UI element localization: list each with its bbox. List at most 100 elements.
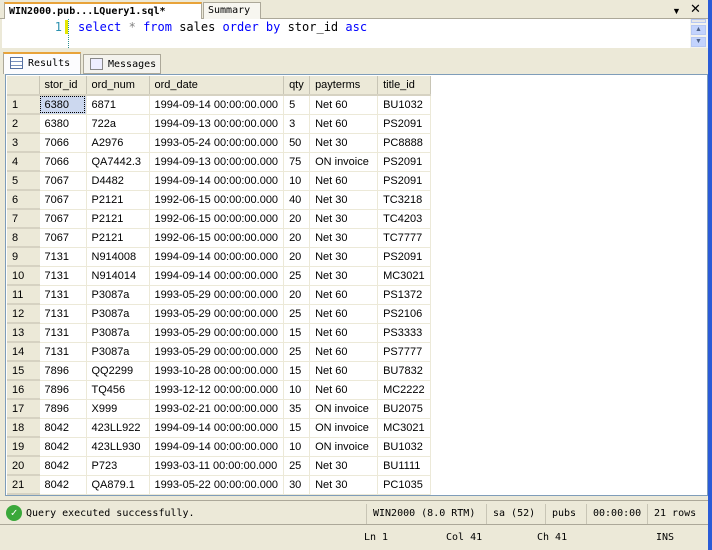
cell-ord-date[interactable]: 1993-05-29 00:00:00.000 — [149, 285, 285, 305]
cell-title-id[interactable]: PS2091 — [377, 171, 432, 191]
cell-qty[interactable]: 15 — [283, 323, 311, 343]
editor-scrollbar[interactable]: ▲ ▼ — [690, 19, 708, 48]
cell-title-id[interactable]: BU2075 — [377, 399, 432, 419]
table-row[interactable]: 9 7131 N914008 1994-09-14 00:00:00.000 20 Net… — [7, 247, 432, 267]
table-row[interactable]: 13 7131 P3087a 1993-05-29 00:00:00.000 15 Net… — [7, 323, 432, 343]
cell-title-id[interactable]: MC3021 — [377, 266, 432, 286]
cell-qty[interactable]: 3 — [283, 114, 311, 134]
cell-qty[interactable]: 10 — [283, 171, 311, 191]
tab-results[interactable]: Results — [3, 52, 81, 74]
sql-editor[interactable]: 1 select * from sales order by stor_id a… — [2, 19, 690, 48]
table-row[interactable]: 21 8042 QA879.1 1993-05-22 00:00:00.000 30 Ne… — [7, 475, 432, 495]
cell-title-id[interactable]: BU7832 — [377, 361, 432, 381]
row-number[interactable]: 3 — [7, 133, 40, 153]
column-header-payterms[interactable]: payterms — [309, 76, 379, 96]
row-number[interactable]: 18 — [7, 418, 40, 438]
cell-payterms[interactable]: Net 30 — [309, 209, 379, 229]
cell-payterms[interactable]: ON invoice — [309, 437, 379, 457]
cell-ord-date[interactable]: 1993-10-28 00:00:00.000 — [149, 361, 285, 381]
cell-qty[interactable]: 15 — [283, 361, 311, 381]
cell-qty[interactable]: 25 — [283, 342, 311, 362]
table-row[interactable]: 3 7066 A2976 1993-05-24 00:00:00.000 50 Net 3… — [7, 133, 432, 153]
cell-title-id[interactable]: TC3218 — [377, 190, 432, 210]
cell-stor-id[interactable]: 7131 — [39, 304, 87, 324]
cell-qty[interactable]: 10 — [283, 380, 311, 400]
results-grid[interactable]: stor_id ord_num ord_date qty payterms title_i… — [5, 74, 708, 496]
cell-qty[interactable]: 15 — [283, 418, 311, 438]
cell-payterms[interactable]: Net 30 — [309, 190, 379, 210]
row-number[interactable]: 13 — [7, 323, 40, 343]
cell-qty[interactable]: 20 — [283, 247, 311, 267]
cell-ord-num[interactable]: P3087a — [86, 285, 150, 305]
cell-ord-num[interactable]: N914008 — [86, 247, 150, 267]
column-header-stor-id[interactable]: stor_id — [39, 76, 87, 96]
row-number[interactable]: 14 — [7, 342, 40, 362]
cell-ord-num[interactable]: P3087a — [86, 323, 150, 343]
cell-title-id[interactable]: BU1032 — [377, 95, 432, 115]
cell-stor-id[interactable]: 6380 — [39, 114, 87, 134]
cell-ord-num[interactable]: 423LL930 — [86, 437, 150, 457]
table-row[interactable]: 18 8042 423LL922 1994-09-14 00:00:00.000 15 O… — [7, 418, 432, 438]
cell-stor-id[interactable]: 8042 — [39, 437, 87, 457]
cell-qty[interactable]: 35 — [283, 399, 311, 419]
cell-payterms[interactable]: Net 60 — [309, 323, 379, 343]
scroll-thumb[interactable] — [691, 19, 706, 23]
table-row[interactable]: 14 7131 P3087a 1993-05-29 00:00:00.000 25 Net… — [7, 342, 432, 362]
row-number[interactable]: 6 — [7, 190, 40, 210]
cell-stor-id[interactable]: 7131 — [39, 266, 87, 286]
cell-stor-id[interactable]: 8042 — [39, 475, 87, 495]
cell-payterms[interactable]: ON invoice — [309, 152, 379, 172]
row-number[interactable]: 15 — [7, 361, 40, 381]
row-number[interactable]: 17 — [7, 399, 40, 419]
cell-qty[interactable]: 5 — [283, 95, 311, 115]
cell-ord-date[interactable]: 1994-09-14 00:00:00.000 — [149, 418, 285, 438]
row-number[interactable]: 5 — [7, 171, 40, 191]
cell-ord-num[interactable]: 423LL922 — [86, 418, 150, 438]
cell-ord-num[interactable]: N914014 — [86, 266, 150, 286]
cell-ord-num[interactable]: QQ2299 — [86, 361, 150, 381]
cell-payterms[interactable]: Net 30 — [309, 475, 379, 495]
cell-ord-num[interactable]: 6871 — [86, 95, 150, 115]
cell-ord-num[interactable]: P3087a — [86, 342, 150, 362]
cell-payterms[interactable]: Net 30 — [309, 266, 379, 286]
row-number[interactable]: 2 — [7, 114, 40, 134]
table-row[interactable]: 5 7067 D4482 1994-09-14 00:00:00.000 10 Net 6… — [7, 171, 432, 191]
cell-ord-date[interactable]: 1993-02-21 00:00:00.000 — [149, 399, 285, 419]
cell-ord-date[interactable]: 1992-06-15 00:00:00.000 — [149, 190, 285, 210]
cell-title-id[interactable]: TC7777 — [377, 228, 432, 248]
table-row[interactable]: 10 7131 N914014 1994-09-14 00:00:00.000 25 Ne… — [7, 266, 432, 286]
cell-payterms[interactable]: Net 60 — [309, 380, 379, 400]
cell-ord-num[interactable]: 722a — [86, 114, 150, 134]
cell-qty[interactable]: 10 — [283, 437, 311, 457]
cell-payterms[interactable]: Net 60 — [309, 95, 379, 115]
cell-title-id[interactable]: PS7777 — [377, 342, 432, 362]
cell-stor-id[interactable]: 7067 — [39, 209, 87, 229]
cell-payterms[interactable]: Net 30 — [309, 247, 379, 267]
row-number[interactable]: 20 — [7, 456, 40, 476]
cell-stor-id[interactable]: 8042 — [39, 456, 87, 476]
cell-ord-date[interactable]: 1993-05-29 00:00:00.000 — [149, 323, 285, 343]
table-row[interactable]: 17 7896 X999 1993-02-21 00:00:00.000 35 ON in… — [7, 399, 432, 419]
cell-ord-date[interactable]: 1993-05-24 00:00:00.000 — [149, 133, 285, 153]
cell-ord-date[interactable]: 1994-09-13 00:00:00.000 — [149, 152, 285, 172]
cell-payterms[interactable]: ON invoice — [309, 418, 379, 438]
cell-ord-num[interactable]: TQ456 — [86, 380, 150, 400]
cell-ord-date[interactable]: 1993-05-29 00:00:00.000 — [149, 304, 285, 324]
table-row[interactable]: 12 7131 P3087a 1993-05-29 00:00:00.000 25 Net… — [7, 304, 432, 324]
cell-title-id[interactable]: PS2091 — [377, 114, 432, 134]
table-row[interactable]: 19 8042 423LL930 1994-09-14 00:00:00.000 10 O… — [7, 437, 432, 457]
cell-qty[interactable]: 30 — [283, 475, 311, 495]
tab-summary[interactable]: Summary — [203, 2, 261, 19]
dropdown-icon[interactable]: ▼ — [672, 4, 681, 18]
row-number[interactable]: 8 — [7, 228, 40, 248]
cell-ord-num[interactable]: P723 — [86, 456, 150, 476]
cell-ord-num[interactable]: QA7442.3 — [86, 152, 150, 172]
cell-qty[interactable]: 25 — [283, 456, 311, 476]
cell-stor-id[interactable]: 7066 — [39, 152, 87, 172]
cell-stor-id[interactable]: 7067 — [39, 171, 87, 191]
row-number[interactable]: 19 — [7, 437, 40, 457]
cell-payterms[interactable]: Net 60 — [309, 361, 379, 381]
row-number[interactable]: 12 — [7, 304, 40, 324]
cell-ord-date[interactable]: 1994-09-14 00:00:00.000 — [149, 95, 285, 115]
row-number[interactable]: 21 — [7, 475, 40, 495]
